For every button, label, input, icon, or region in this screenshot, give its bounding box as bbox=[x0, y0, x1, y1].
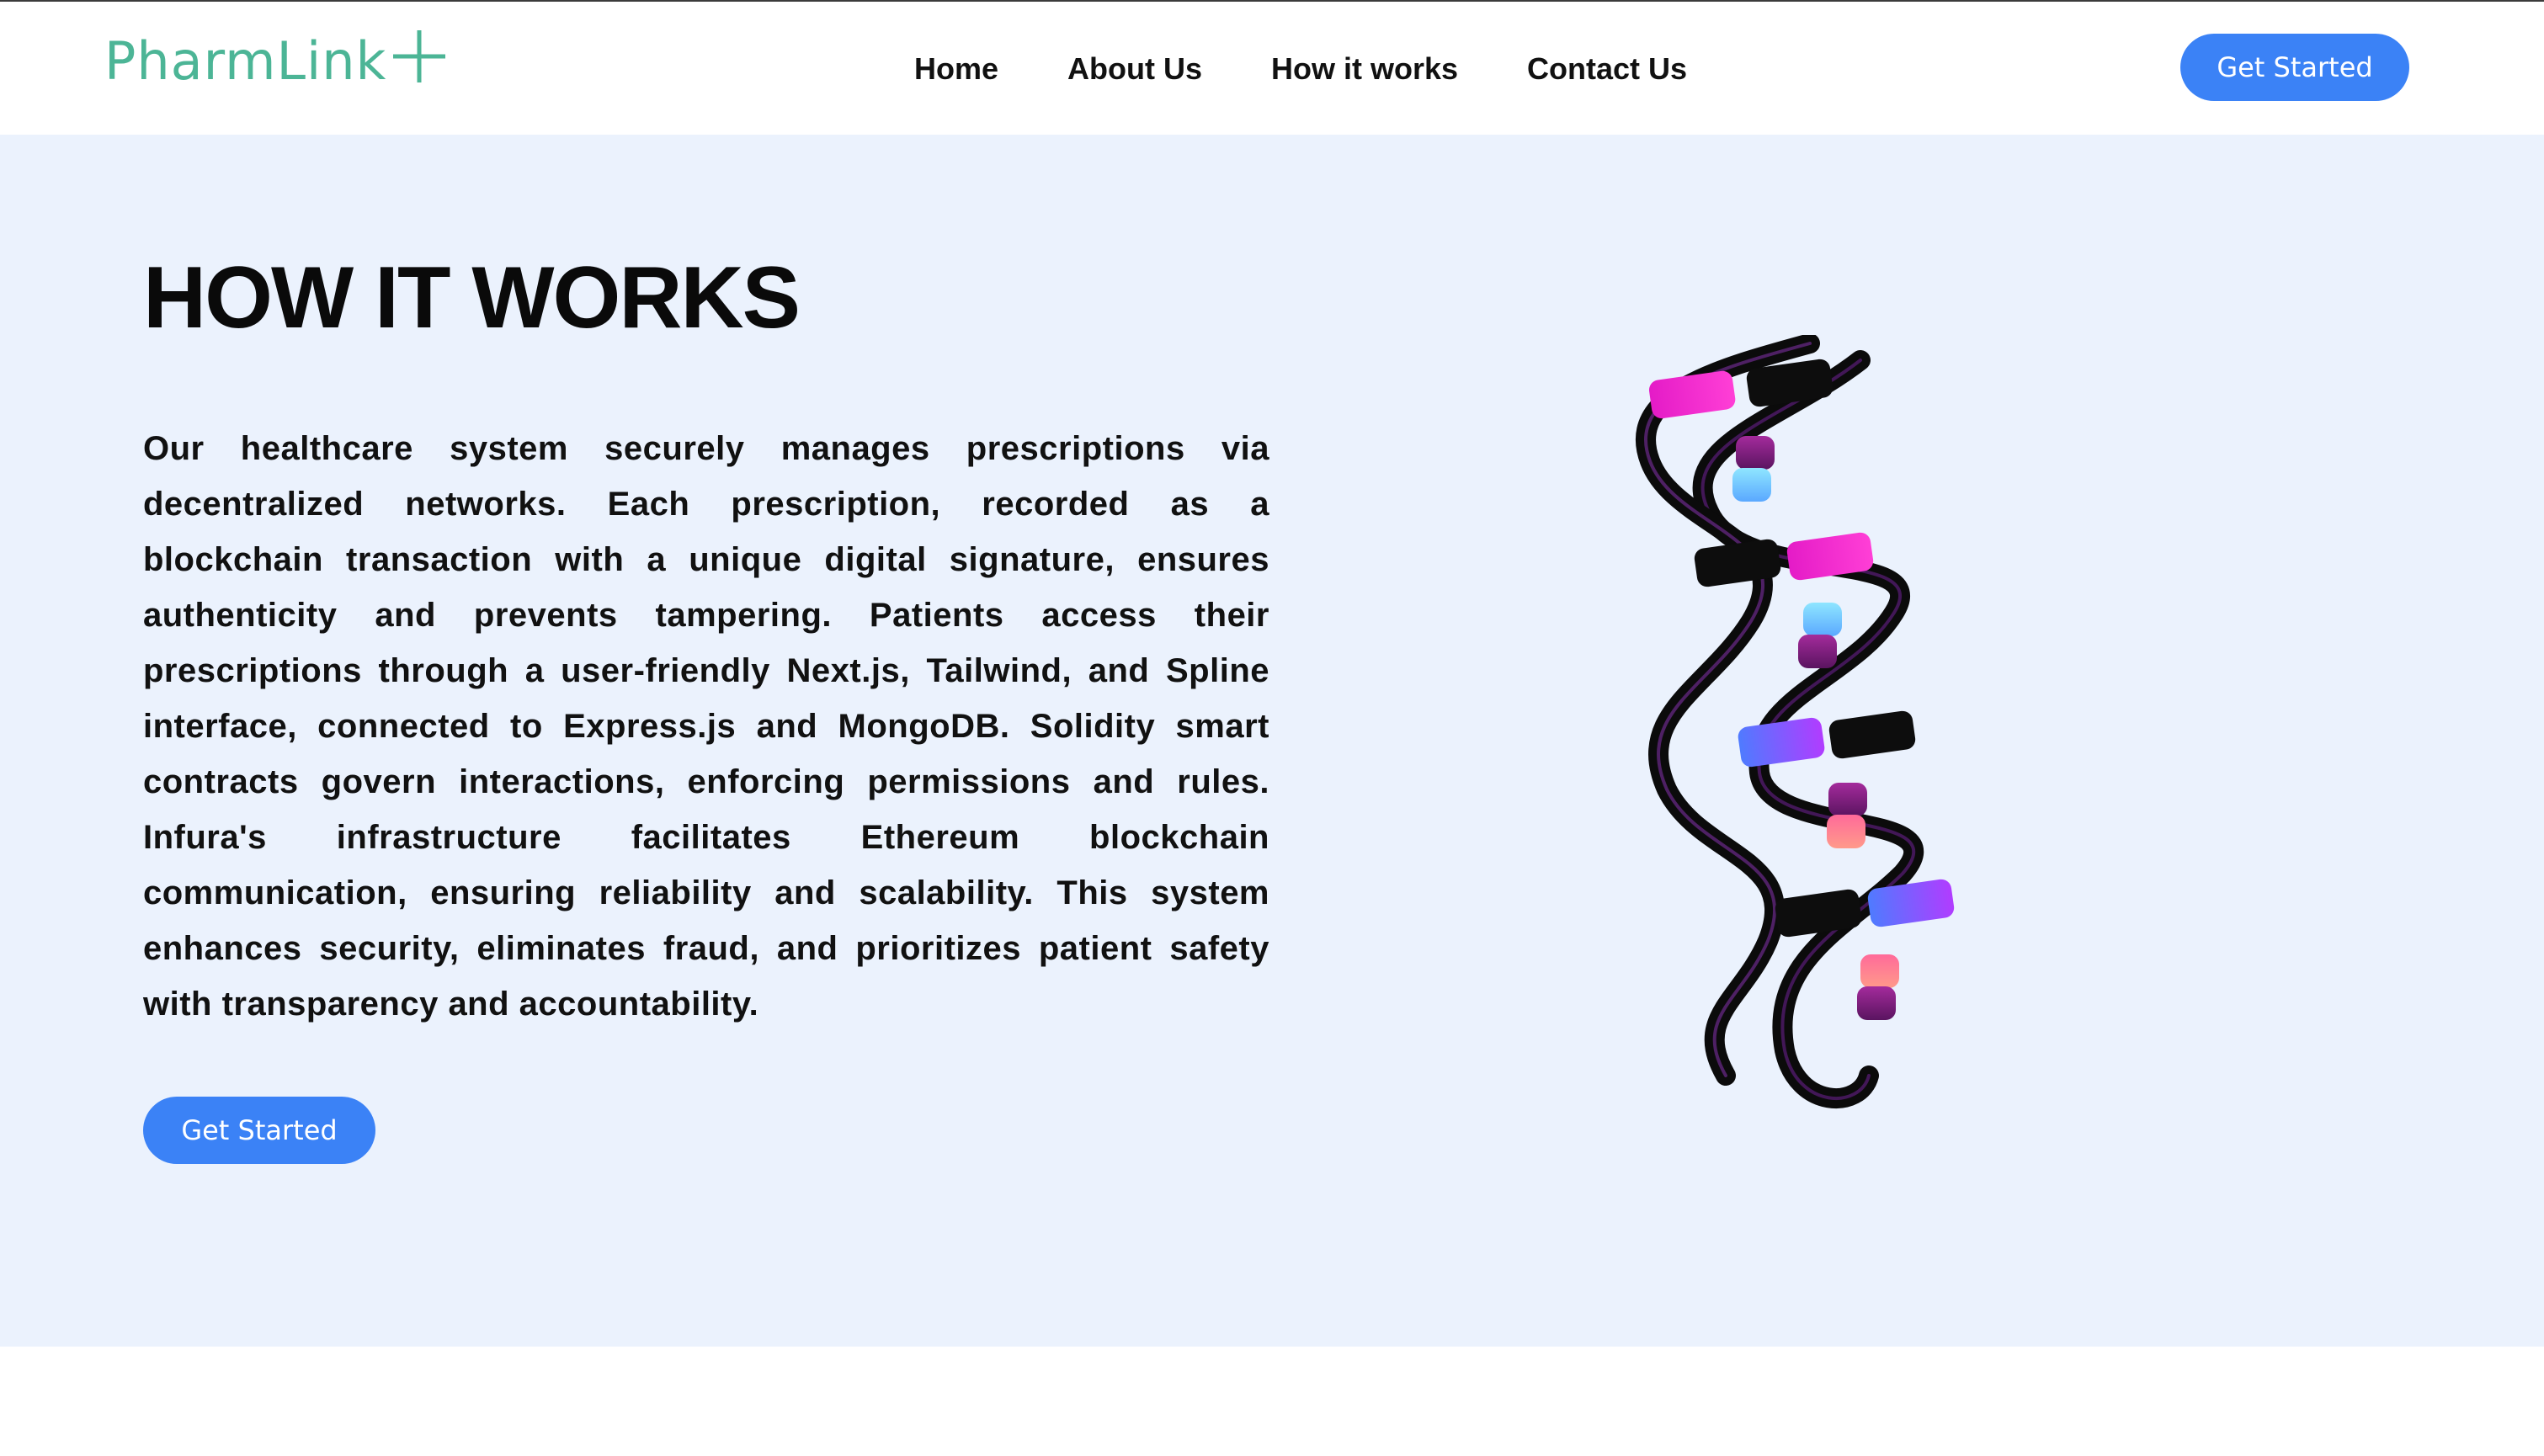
hero-get-started-button[interactable]: Get Started bbox=[143, 1097, 375, 1164]
page-title: HOW IT WORKS bbox=[143, 249, 801, 347]
main-nav: Home About Us How it works Contact Us bbox=[914, 44, 1687, 94]
plus-icon bbox=[393, 30, 446, 82]
nav-link-contact-us[interactable]: Contact Us bbox=[1527, 51, 1687, 87]
hero-description: Our healthcare system securely manages p… bbox=[143, 430, 1269, 1023]
navbar: PharmLink Home About Us How it works Con… bbox=[0, 2, 2544, 135]
page: PharmLink Home About Us How it works Con… bbox=[0, 0, 2544, 1456]
brand-logo[interactable]: PharmLink bbox=[104, 27, 447, 94]
nav-get-started-button[interactable]: Get Started bbox=[2180, 34, 2409, 101]
nav-link-home[interactable]: Home bbox=[914, 51, 998, 87]
dna-helix-illustration bbox=[1636, 335, 1955, 1108]
nav-link-how-it-works[interactable]: How it works bbox=[1271, 51, 1458, 87]
brand-name: PharmLink bbox=[104, 29, 387, 92]
nav-link-about-us[interactable]: About Us bbox=[1067, 51, 1202, 87]
how-it-works-section: HOW IT WORKS Our healthcare system secur… bbox=[0, 135, 2544, 1347]
